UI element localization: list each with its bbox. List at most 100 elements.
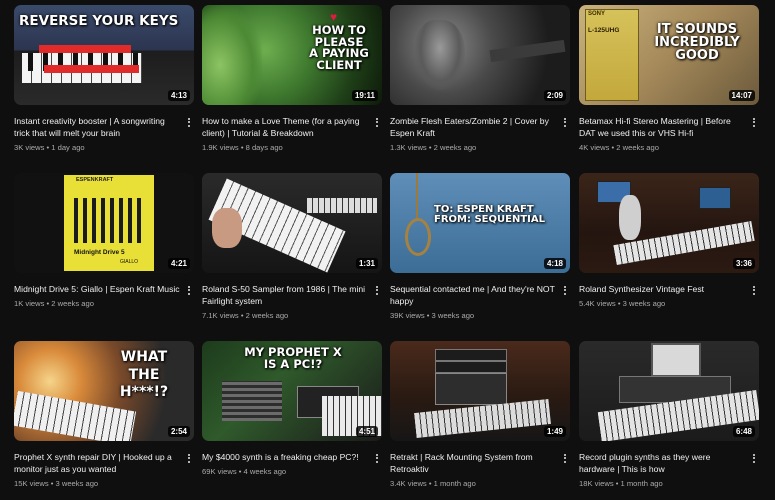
more-options-icon[interactable] [184, 284, 194, 296]
view-count: 18K views [579, 479, 614, 488]
video-stats: 1.3K views • 2 weeks ago [390, 143, 477, 152]
video-thumbnail[interactable]: 1:49 [390, 341, 570, 441]
more-options-icon[interactable] [749, 284, 759, 296]
video-thumbnail[interactable]: 2:09 [390, 5, 570, 105]
upload-age: 8 days ago [245, 143, 283, 152]
more-options-icon[interactable] [749, 452, 759, 464]
view-count: 3K views [14, 143, 45, 152]
cassette-brand: SONY [588, 11, 606, 17]
video-card[interactable]: SONY L-125UHG IT SOUNDS INCREDIBLY GOOD … [579, 5, 759, 152]
video-card[interactable]: 6:48 Record plugin synths as they were h… [579, 341, 759, 488]
video-card[interactable]: WHAT THE H***!? 2:54 Prophet X synth rep… [14, 341, 194, 488]
video-thumbnail[interactable]: REVERSE YOUR KEYS 4:13 [14, 5, 194, 105]
view-count: 69K views [202, 467, 237, 476]
video-card[interactable]: TO: ESPEN KRAFT FROM: SEQUENTIAL 4:18 Se… [390, 173, 570, 320]
video-title[interactable]: Roland Synthesizer Vintage Fest [579, 283, 745, 295]
duration-badge: 19:11 [351, 90, 378, 101]
thumbnail-caption: TO: ESPEN KRAFT FROM: SEQUENTIAL [434, 204, 545, 225]
video-thumbnail[interactable]: SONY L-125UHG IT SOUNDS INCREDIBLY GOOD … [579, 5, 759, 105]
video-title[interactable]: Prophet X synth repair DIY | Hooked up a… [14, 451, 180, 475]
duration-badge: 4:18 [543, 258, 566, 269]
video-thumbnail[interactable]: ♥ HOW TO PLEASE A PAYING CLIENT 19:11 [202, 5, 382, 105]
upload-age: 4 weeks ago [243, 467, 287, 476]
cassette-model: L-125UHG [588, 27, 620, 34]
more-options-icon[interactable] [560, 116, 570, 128]
video-stats: 1.9K views • 8 days ago [202, 143, 283, 152]
video-title[interactable]: Instant creativity booster | A songwriti… [14, 115, 180, 139]
video-title[interactable]: Midnight Drive 5: Giallo | Espen Kraft M… [14, 283, 180, 295]
video-card[interactable]: MY PROPHET X IS A PC!? 4:51 My $4000 syn… [202, 341, 382, 476]
thumbnail-caption: HOW TO PLEASE A PAYING CLIENT [309, 23, 369, 72]
video-stats: 3.4K views • 1 month ago [390, 479, 476, 488]
video-card[interactable]: 1:31 Roland S-50 Sampler from 1986 | The… [202, 173, 382, 320]
duration-badge: 3:36 [732, 258, 755, 269]
upload-age: 2 weeks ago [51, 299, 94, 308]
duration-badge: 4:51 [355, 426, 378, 437]
more-options-icon[interactable] [184, 116, 194, 128]
thumbnail-caption: REVERSE YOUR KEYS [19, 13, 179, 29]
video-title[interactable]: Record plugin synths as they were hardwa… [579, 451, 745, 475]
video-card[interactable]: 2:09 Zombie Flesh Eaters/Zombie 2 | Cove… [390, 5, 570, 152]
subtitle-label: GIALLO [120, 259, 139, 265]
duration-badge: 14:07 [728, 90, 755, 101]
more-options-icon[interactable] [749, 116, 759, 128]
thumbnail-caption: IT SOUNDS INCREDIBLY GOOD [654, 22, 740, 63]
video-stats: 39K views • 3 weeks ago [390, 311, 475, 320]
video-thumbnail[interactable]: MY PROPHET X IS A PC!? 4:51 [202, 341, 382, 441]
heart-icon: ♥ [330, 10, 338, 24]
brand-label: ESPENKRAFT [76, 177, 114, 183]
duration-badge: 1:31 [355, 258, 378, 269]
duration-badge: 4:21 [167, 258, 190, 269]
view-count: 1K views [14, 299, 45, 308]
video-card[interactable]: ♥ HOW TO PLEASE A PAYING CLIENT 19:11 Ho… [202, 5, 382, 152]
video-thumbnail[interactable]: ESPENKRAFT Midnight Drive 5 GIALLO 4:21 [14, 173, 194, 273]
upload-age: 2 weeks ago [245, 311, 289, 320]
video-title[interactable]: Roland S-50 Sampler from 1986 | The mini… [202, 283, 368, 307]
video-thumbnail[interactable]: TO: ESPEN KRAFT FROM: SEQUENTIAL 4:18 [390, 173, 570, 273]
video-thumbnail[interactable]: 3:36 [579, 173, 759, 273]
video-title[interactable]: How to make a Love Theme (for a paying c… [202, 115, 368, 139]
video-thumbnail[interactable]: 1:31 [202, 173, 382, 273]
upload-age: 3 weeks ago [622, 299, 666, 308]
more-options-icon[interactable] [372, 452, 382, 464]
upload-age: 3 weeks ago [431, 311, 475, 320]
video-stats: 1K views • 2 weeks ago [14, 299, 94, 308]
video-stats: 15K views • 3 weeks ago [14, 479, 99, 488]
upload-age: 1 month ago [620, 479, 663, 488]
more-options-icon[interactable] [372, 116, 382, 128]
video-thumbnail[interactable]: WHAT THE H***!? 2:54 [14, 341, 194, 441]
upload-age: 2 weeks ago [433, 143, 477, 152]
upload-age: 1 month ago [433, 479, 476, 488]
video-thumbnail[interactable]: 6:48 [579, 341, 759, 441]
video-stats: 69K views • 4 weeks ago [202, 467, 287, 476]
video-stats: 5.4K views • 3 weeks ago [579, 299, 666, 308]
more-options-icon[interactable] [560, 452, 570, 464]
video-card[interactable]: REVERSE YOUR KEYS 4:13 Instant creativit… [14, 5, 194, 152]
duration-badge: 6:48 [732, 426, 755, 437]
thumbnail-caption: WHAT THE H***!? [119, 349, 169, 400]
thumbnail-caption: MY PROPHET X IS A PC!? [244, 345, 342, 371]
view-count: 1.3K views [390, 143, 427, 152]
video-card[interactable]: ESPENKRAFT Midnight Drive 5 GIALLO 4:21 … [14, 173, 194, 308]
video-stats: 7.1K views • 2 weeks ago [202, 311, 289, 320]
video-title[interactable]: Sequential contacted me | And they're NO… [390, 283, 556, 307]
video-card[interactable]: 3:36 Roland Synthesizer Vintage Fest 5.4… [579, 173, 759, 308]
duration-badge: 2:09 [543, 90, 566, 101]
view-count: 4K views [579, 143, 610, 152]
more-options-icon[interactable] [560, 284, 570, 296]
video-title[interactable]: Retrakt | Rack Mounting System from Retr… [390, 451, 556, 475]
video-stats: 18K views • 1 month ago [579, 479, 663, 488]
video-grid: REVERSE YOUR KEYS 4:13 Instant creativit… [0, 0, 775, 500]
video-title[interactable]: Betamax Hi-fi Stereo Mastering | Before … [579, 115, 745, 139]
view-count: 3.4K views [390, 479, 427, 488]
video-title[interactable]: My $4000 synth is a freaking cheap PC?! [202, 451, 368, 463]
more-options-icon[interactable] [184, 452, 194, 464]
video-stats: 4K views • 2 weeks ago [579, 143, 659, 152]
video-card[interactable]: 1:49 Retrakt | Rack Mounting System from… [390, 341, 570, 488]
upload-age: 1 day ago [51, 143, 85, 152]
video-title[interactable]: Zombie Flesh Eaters/Zombie 2 | Cover by … [390, 115, 556, 139]
duration-badge: 2:54 [167, 426, 190, 437]
duration-badge: 1:49 [543, 426, 566, 437]
view-count: 15K views [14, 479, 49, 488]
more-options-icon[interactable] [372, 284, 382, 296]
